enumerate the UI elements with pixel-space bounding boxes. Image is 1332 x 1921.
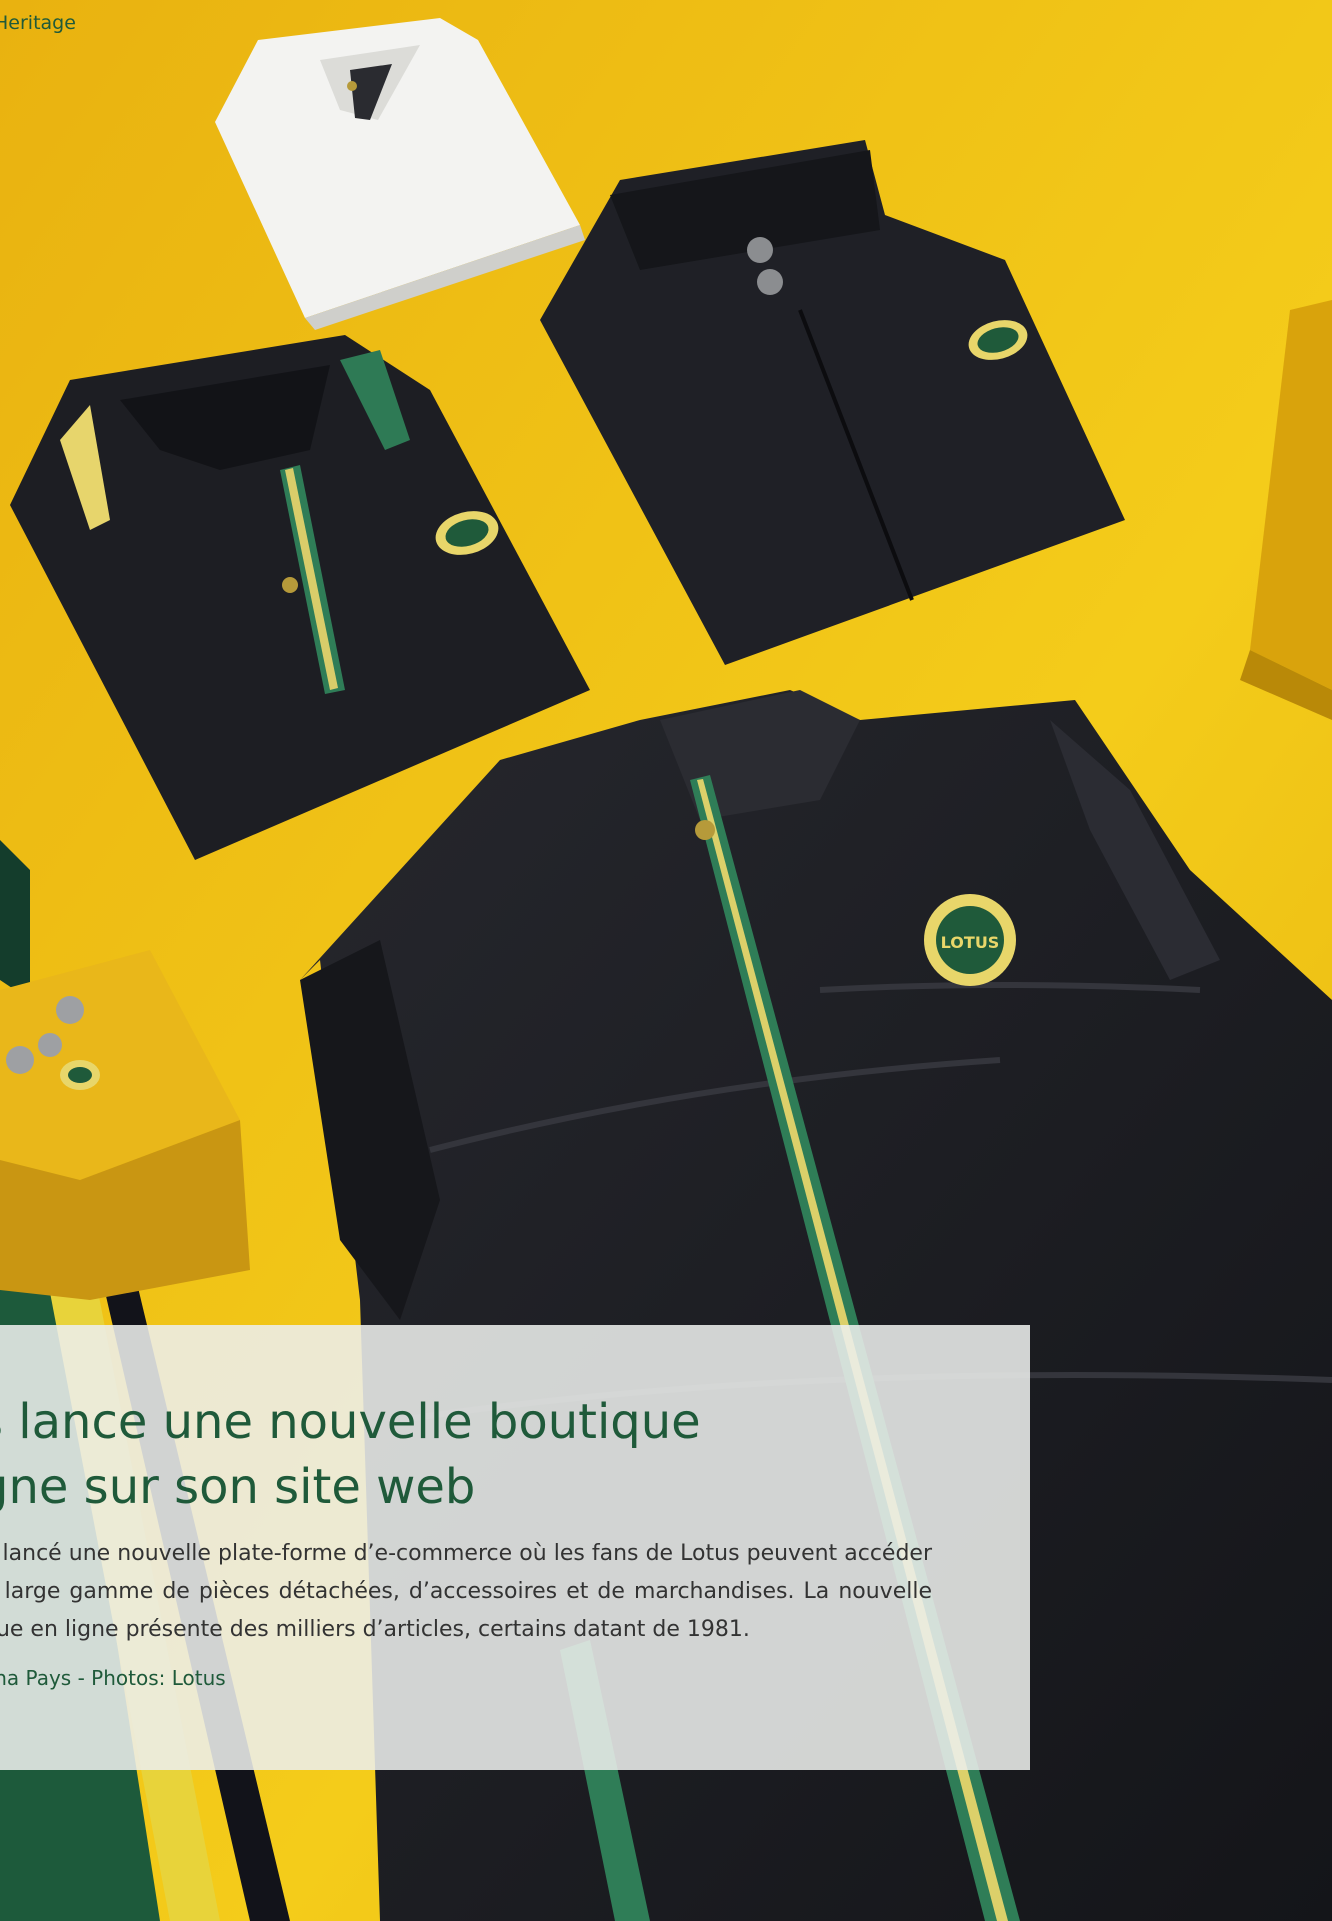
- article-title-line: gne sur son site web: [0, 1459, 476, 1515]
- byline: ana Pays - Photos: Lotus: [0, 1666, 226, 1690]
- section-label: Heritage: [0, 12, 76, 34]
- article-title: s lance une nouvelle boutique gne sur so…: [0, 1390, 701, 1520]
- article-lead: a lancé une nouvelle plate-forme d’e-com…: [0, 1535, 932, 1649]
- article-lead-line: e large gamme de pièces détachées, d’acc…: [0, 1579, 932, 1604]
- article-title-line: s lance une nouvelle boutique: [0, 1394, 701, 1450]
- article-lead-line: a lancé une nouvelle plate-forme d’e-com…: [0, 1541, 932, 1566]
- lotus-badge-text: LOTUS: [941, 933, 1000, 952]
- article-lead-line: que en ligne présente des milliers d’art…: [0, 1617, 750, 1642]
- magazine-page: LOTUS Heritage s lance une nouvelle bout…: [0, 0, 1332, 1921]
